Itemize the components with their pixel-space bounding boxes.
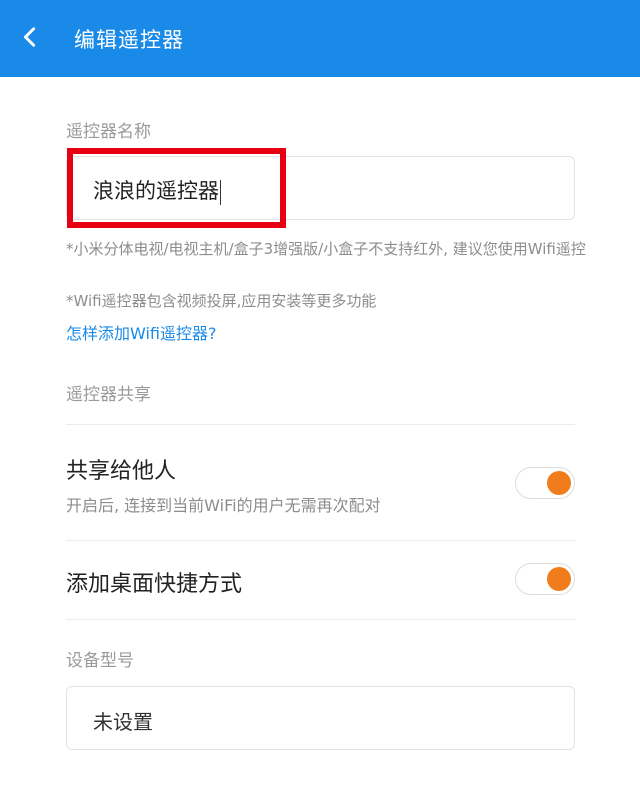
divider bbox=[66, 424, 575, 425]
share-setting-title: 共享给他人 bbox=[66, 459, 177, 484]
hint-text-ir: *小米分体电视/电视主机/盒子3增强版/小盒子不支持红外, 建议您使用Wifi遥… bbox=[66, 240, 586, 258]
remote-name-value: 浪浪的遥控器 bbox=[93, 179, 221, 205]
hint-text-wifi: *Wifi遥控器包含视频投屏,应用安装等更多功能 bbox=[66, 292, 377, 310]
chevron-left-icon bbox=[19, 26, 41, 52]
device-model-label: 设备型号 bbox=[66, 651, 134, 671]
divider bbox=[66, 619, 575, 620]
device-model-input[interactable]: 未设置 bbox=[66, 686, 575, 750]
back-button[interactable] bbox=[0, 0, 60, 77]
divider bbox=[66, 540, 575, 541]
share-setting-description: 开启后, 连接到当前WiFi的用户无需再次配对 bbox=[66, 496, 381, 515]
app-bar: 编辑遥控器 bbox=[0, 0, 640, 77]
share-section-label: 遥控器共享 bbox=[66, 385, 151, 405]
text-caret bbox=[220, 179, 221, 205]
share-toggle[interactable] bbox=[515, 467, 575, 499]
remote-name-label: 遥控器名称 bbox=[66, 122, 151, 142]
shortcut-setting-title: 添加桌面快捷方式 bbox=[66, 572, 243, 597]
page-title: 编辑遥控器 bbox=[74, 27, 184, 52]
device-model-value: 未设置 bbox=[93, 710, 153, 734]
shortcut-toggle[interactable] bbox=[515, 563, 575, 595]
add-wifi-remote-help-link[interactable]: 怎样添加Wifi遥控器? bbox=[66, 320, 217, 344]
remote-name-input[interactable]: 浪浪的遥控器 bbox=[66, 156, 575, 220]
toggle-knob bbox=[547, 567, 571, 591]
toggle-knob bbox=[547, 471, 571, 495]
